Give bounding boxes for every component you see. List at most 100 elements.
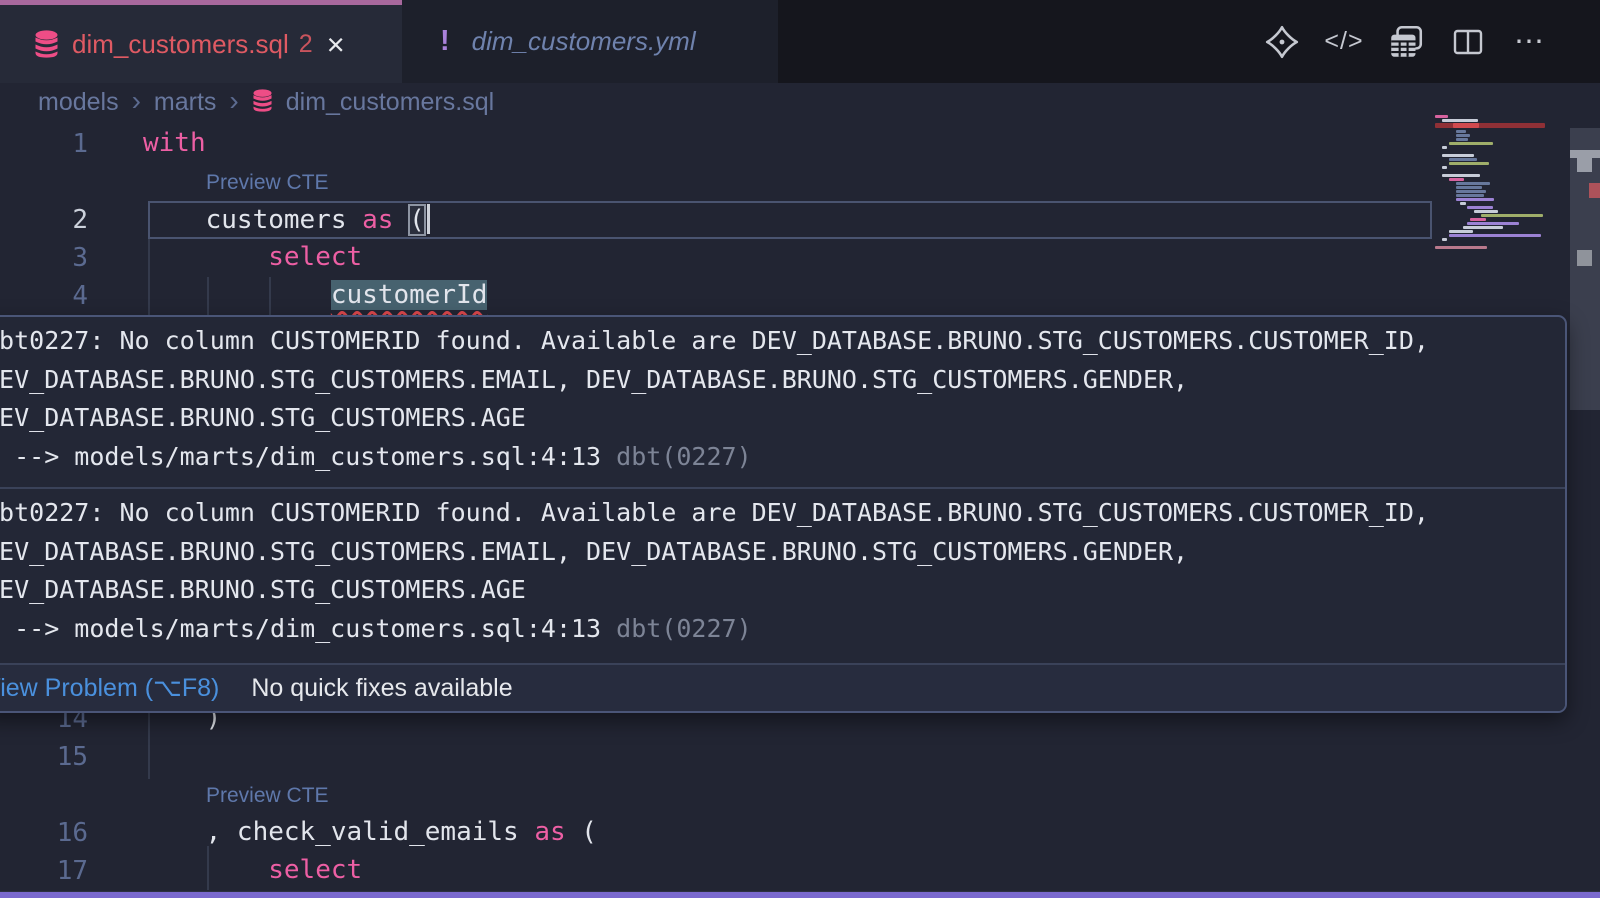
chevron-right-icon: › [132,85,141,117]
minimap-line [1449,230,1473,233]
preview-cte-link[interactable]: Preview CTE [206,171,329,195]
code-line-15[interactable]: 15 [0,738,1600,776]
vscode-window: dim_customers.sql 2 × ! dim_customers.ym… [0,0,1600,898]
minimap-line [1442,238,1447,241]
chevron-right-icon: › [229,85,238,117]
error-message-line: DEV_DATABASE.BRUNO.STG_CUSTOMERS.AGE [0,399,1557,438]
minimap-line [1435,123,1545,128]
line-number: 4 [0,281,88,311]
minimap-line [1453,123,1479,128]
preview-cte-link[interactable]: Preview CTE [206,784,329,808]
minimap-line [1442,174,1480,177]
error-token: customerId [331,280,488,310]
line-number: 17 [0,856,88,886]
line-number: 2 [0,205,88,235]
code-text: customerId [143,280,487,310]
close-icon[interactable]: × [327,29,345,60]
minimap-line [1456,190,1486,193]
minimap-line [1467,222,1519,225]
code-line-17[interactable]: 17 select [0,852,1600,890]
tab-dim-customers-yml[interactable]: ! dim_customers.yml [402,0,778,83]
code-lens[interactable]: Preview CTE [0,163,1600,201]
minimap-line [1449,142,1493,145]
minimap-line [1456,186,1482,189]
view-problem-link[interactable]: View Problem (⌥F8) [0,673,219,703]
error-location-line: --> models/marts/dim_customers.sql:4:13 … [0,438,1557,477]
minimap-line [1474,210,1498,213]
ruler-decoration-gray [1577,158,1592,172]
error-code[interactable]: dbt(0227) [616,614,751,643]
indent-guide [148,713,150,779]
code-text: select [143,855,362,885]
minimap-line [1435,115,1448,118]
breadcrumb: models › marts › dim_customers.sql [0,83,1600,122]
indent-guide [148,239,150,315]
split-editor-icon[interactable] [1448,22,1488,62]
minimap-line [1456,198,1494,201]
tab-label: dim_customers.yml [472,26,696,57]
tab-modified-badge: 2 [299,30,313,59]
code-text: customers as ( [143,204,430,235]
code-line-3[interactable]: 3 select [0,239,1600,277]
code-line-4[interactable]: 4 customerId [0,277,1600,315]
breadcrumb-item-file[interactable]: dim_customers.sql [286,88,494,117]
tab-dim-customers-sql[interactable]: dim_customers.sql 2 × [0,0,402,83]
tab-bar: dim_customers.sql 2 × ! dim_customers.ym… [0,0,1600,83]
minimap-line [1442,146,1447,149]
minimap-line [1442,154,1474,157]
code-line-16[interactable]: 16 , check_valid_emails as ( [0,814,1600,852]
minimap[interactable] [1435,115,1547,260]
minimap-line [1481,214,1543,217]
minimap-line [1442,119,1478,122]
line-number: 1 [0,129,88,159]
minimap-line [1456,138,1468,141]
more-actions-icon[interactable]: ⋯ [1510,22,1550,62]
no-quick-fixes-text: No quick fixes available [251,674,512,703]
code-text: select [143,242,362,272]
minimap-line [1449,178,1464,181]
minimap-line [1456,134,1470,137]
error-message-line: DEV_DATABASE.BRUNO.STG_CUSTOMERS.EMAIL, … [0,361,1557,400]
error-message: dbt0227: No column CUSTOMERID found. Ava… [0,317,1565,487]
popup-status-bar: View Problem (⌥F8) No quick fixes availa… [0,663,1565,711]
compile-code-icon[interactable]: </> [1324,22,1364,62]
minimap-line [1470,218,1486,221]
error-code[interactable]: dbt(0227) [616,442,751,471]
minimap-line [1463,226,1503,229]
error-message: dbt0227: No column CUSTOMERID found. Ava… [0,487,1565,659]
line-number: 15 [0,742,88,772]
ruler-decoration-gray [1570,150,1600,158]
line-number: 16 [0,818,88,848]
error-message-line: dbt0227: No column CUSTOMERID found. Ava… [0,322,1557,361]
error-message-line: DEV_DATABASE.BRUNO.STG_CUSTOMERS.EMAIL, … [0,533,1557,572]
dbt-power-user-icon[interactable] [1262,22,1302,62]
minimap-line [1449,158,1477,161]
window-bottom-border [0,891,1600,898]
indent-guide [207,277,209,315]
error-hover-popup: dbt0227: No column CUSTOMERID found. Ava… [0,315,1567,713]
minimap-line [1456,194,1484,197]
query-results-icon[interactable] [1386,22,1426,62]
code-lens[interactable]: Preview CTE [0,776,1600,814]
indent-guide [207,846,209,890]
error-message-line: dbt0227: No column CUSTOMERID found. Ava… [0,494,1557,533]
minimap-line [1449,234,1541,237]
database-icon [34,30,59,58]
breadcrumb-item-marts[interactable]: marts [154,88,217,117]
database-icon [252,89,273,119]
minimap-line [1456,182,1490,185]
minimap-line [1435,246,1487,249]
ruler-decoration-gray2 [1577,250,1592,266]
minimap-line [1442,166,1447,169]
minimap-line [1449,162,1489,165]
code-line-1[interactable]: 1 with [0,125,1600,163]
code-text: with [143,128,206,158]
ruler-decoration-red [1589,183,1600,198]
minimap-line [1460,202,1466,205]
breadcrumb-item-models[interactable]: models [38,88,119,117]
error-message-line: DEV_DATABASE.BRUNO.STG_CUSTOMERS.AGE [0,571,1557,610]
error-location-line: --> models/marts/dim_customers.sql:4:13 … [0,610,1557,649]
minimap-line [1456,130,1466,133]
editor-actions: </> ⋯ [1262,0,1550,83]
code-line-2[interactable]: 2 customers as ( [0,201,1600,239]
